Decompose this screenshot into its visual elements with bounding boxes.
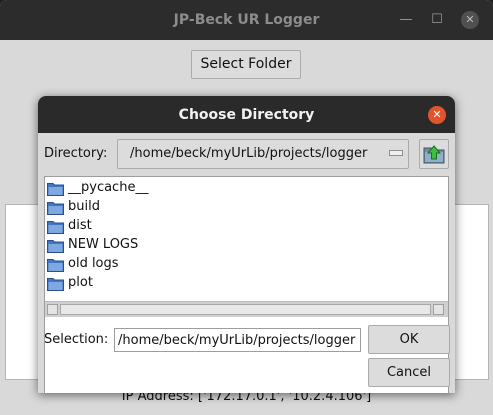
list-item[interactable]: dist	[47, 217, 347, 236]
folder-icon	[47, 259, 64, 272]
cancel-button[interactable]: Cancel	[368, 358, 450, 387]
folder-icon	[47, 221, 64, 234]
folder-icon	[47, 240, 64, 253]
file-name: old logs	[68, 256, 119, 271]
close-button[interactable]: ✕	[461, 11, 479, 29]
file-name: dist	[68, 218, 92, 233]
file-list[interactable]: __pycache__ build dist NEW LOGS old logs…	[45, 177, 448, 318]
file-name: NEW LOGS	[68, 237, 139, 252]
window-title: JP-Beck UR Logger	[173, 12, 320, 28]
scroll-right-button[interactable]	[433, 304, 444, 315]
horizontal-scrollbar[interactable]	[45, 301, 448, 317]
selection-label: Selection:	[44, 332, 109, 347]
folder-icon	[47, 183, 64, 196]
folder-icon	[47, 278, 64, 291]
main-titlebar[interactable]: JP-Beck UR Logger — ☐ ✕	[0, 0, 493, 40]
parent-folder-button[interactable]	[419, 139, 449, 169]
file-name: __pycache__	[68, 180, 149, 195]
directory-dropdown[interactable]: /home/beck/myUrLib/projects/logger	[117, 139, 409, 169]
dropdown-indicator-icon	[389, 150, 403, 156]
ok-button[interactable]: OK	[368, 325, 450, 354]
choose-directory-dialog: Choose Directory ✕ Directory: /home/beck…	[38, 96, 455, 393]
directory-dropdown-value: /home/beck/myUrLib/projects/logger	[130, 146, 368, 161]
dialog-close-button[interactable]: ✕	[428, 106, 446, 124]
minimize-button[interactable]: —	[397, 11, 415, 29]
list-item[interactable]: __pycache__	[47, 179, 347, 198]
dialog-title: Choose Directory	[178, 107, 315, 123]
list-item[interactable]: NEW LOGS	[47, 236, 347, 255]
folder-icon	[47, 202, 64, 215]
scrollbar-thumb[interactable]	[60, 304, 431, 315]
select-folder-button[interactable]: Select Folder	[191, 50, 301, 79]
folder-up-icon	[423, 145, 445, 164]
maximize-button[interactable]: ☐	[428, 11, 446, 29]
selection-input[interactable]	[114, 328, 361, 352]
file-name: build	[68, 199, 100, 214]
scroll-left-button[interactable]	[47, 304, 58, 315]
list-item[interactable]: old logs	[47, 255, 347, 274]
directory-label: Directory:	[44, 146, 108, 161]
list-item[interactable]: build	[47, 198, 347, 217]
dialog-titlebar[interactable]: Choose Directory ✕	[38, 96, 455, 133]
list-item[interactable]: plot	[47, 274, 347, 293]
file-name: plot	[68, 275, 93, 290]
